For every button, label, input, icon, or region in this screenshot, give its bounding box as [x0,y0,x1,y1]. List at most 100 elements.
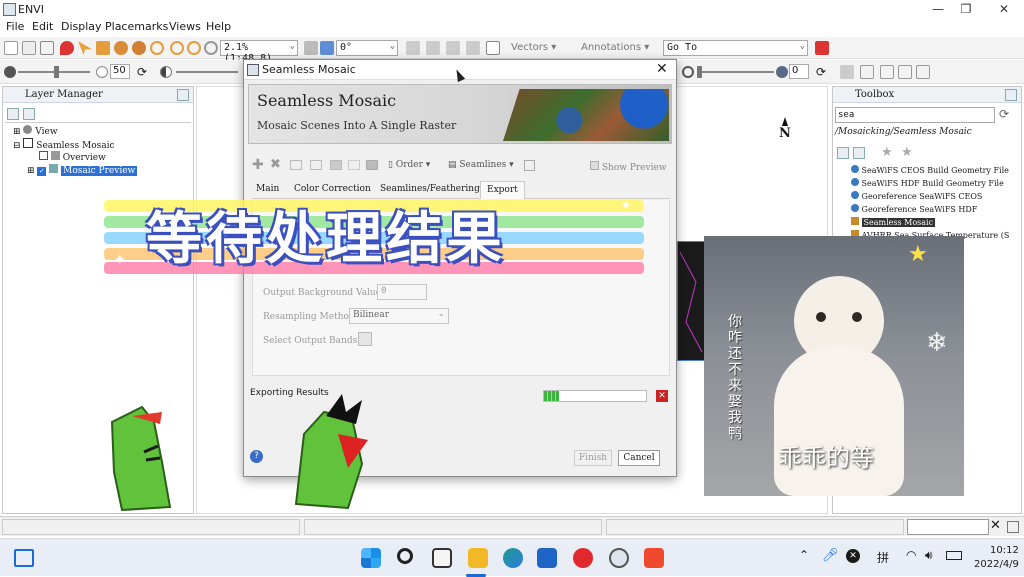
toolbox-item-selected[interactable]: Seamless Mosaic [851,217,936,227]
cancel-export-icon[interactable]: ✕ [656,390,668,402]
layout-icon-c[interactable] [898,65,912,79]
checkbox-checked[interactable]: ✓ [37,167,47,176]
menu-file[interactable]: File [6,20,24,33]
task-view-icon[interactable] [432,548,452,568]
pan-icon[interactable] [96,41,110,55]
seamlines-menu[interactable]: ▤ Seamlines ▾ [448,160,514,170]
panel-dock-icon[interactable] [1005,89,1017,101]
tool-icon-a[interactable] [406,41,420,55]
tab-main[interactable]: Main [256,184,279,194]
histogram-icon[interactable] [840,65,854,79]
open-icon[interactable] [22,41,36,55]
zoom-select[interactable]: 2.1% (1:48.8)⌄ [220,40,298,64]
tab-color-correction[interactable]: Color Correction [294,184,371,194]
star-icon[interactable]: ★ [881,145,893,160]
layer-item-overview[interactable]: Overview [39,151,106,163]
menu-edit[interactable]: Edit [32,20,53,33]
table-icon[interactable] [486,41,500,55]
brightness-value-field[interactable]: 50 [110,64,130,79]
zoom-icon[interactable] [150,41,164,55]
layer-item-seamless-mosaic[interactable]: ⊟ Seamless Mosaic [13,138,115,151]
rotate-right-icon[interactable] [320,41,334,55]
expand-icon[interactable] [853,147,865,159]
ime-indicator[interactable]: 拼 [877,549,889,566]
stretch-value-field[interactable]: 0 [789,64,809,79]
layout-icon-a[interactable] [860,65,874,79]
refresh-icon[interactable]: ⟳ [999,107,1009,121]
finish-button[interactable]: Finish [574,450,612,466]
battery-icon[interactable] [946,551,962,560]
recorder-app-icon[interactable] [644,548,664,568]
cancel-button[interactable]: Cancel [618,450,660,466]
status-options-icon[interactable] [1007,521,1019,533]
tool-icon-d[interactable] [348,160,360,170]
tab-seamlines-feathering[interactable]: Seamlines/Feathering [380,184,480,194]
layer-item-mosaic-preview[interactable]: ⊞ ✓ Mosaic Preview [27,164,138,176]
refresh-icon[interactable]: ⟳ [816,65,826,79]
toolbox-item[interactable]: Georeference SeaWiFS CEOS [851,191,982,201]
clock-date[interactable]: 2022/4/9 [974,559,1019,570]
file-explorer-icon[interactable] [468,548,488,568]
menu-help[interactable]: Help [206,20,231,33]
resampling-select[interactable]: Bilinear ⌄ [349,308,449,324]
chevron-up-icon[interactable]: ⌃ [799,548,809,562]
envi-taskbar-icon[interactable] [609,548,629,568]
toolbox-item[interactable]: Georeference SeaWiFS HDF [851,204,977,214]
star-add-icon[interactable]: ★ [901,145,913,160]
rotation-select[interactable]: 0° ⌄ [336,40,398,56]
stop-icon[interactable] [815,41,829,55]
collapse-icon[interactable] [7,108,19,120]
clock-time[interactable]: 10:12 [990,545,1019,556]
order-menu[interactable]: ▯ Order ▾ [388,160,430,170]
windows-start-icon[interactable] [361,548,381,568]
expand-icon[interactable] [23,108,35,120]
vectors-menu[interactable]: Vectors ▾ [511,42,556,53]
goto-select[interactable]: Go To ⌄ [663,40,808,56]
zoom-fit-icon[interactable] [204,41,218,55]
select-arrow-icon[interactable] [78,41,92,55]
brightness-slider-handle[interactable] [54,66,59,78]
rotate-icon[interactable] [132,41,146,55]
close-icon[interactable]: ✕ [990,518,1001,533]
rotate-left-icon[interactable] [304,41,318,55]
tool-icon-e[interactable] [366,160,378,170]
layout-icon-b[interactable] [880,65,894,79]
menu-views[interactable]: Views [169,20,201,33]
app-tray-icon[interactable]: ✕ [846,549,860,563]
checkbox[interactable] [39,151,48,160]
edge-browser-icon[interactable] [503,548,523,568]
collapse-icon[interactable] [837,147,849,159]
search-icon[interactable] [397,548,413,564]
menu-display[interactable]: Display [61,20,102,33]
tool-icon-a[interactable] [290,160,302,170]
netease-music-icon[interactable] [573,548,593,568]
output-bg-input[interactable]: 0 [377,284,427,300]
minimize-button[interactable]: — [928,2,948,18]
dialog-close-button[interactable]: ✕ [656,61,668,77]
layout-icon-d[interactable] [916,65,930,79]
placemark-icon[interactable] [60,41,74,55]
toolbox-item[interactable]: SeaWiFS CEOS Build Geometry File [851,165,1009,175]
wifi-icon[interactable]: ◠ [906,548,916,562]
tool-icon-d[interactable] [466,41,480,55]
layer-item-view[interactable]: ⊞ View [13,125,58,137]
status-input[interactable] [907,519,989,535]
volume-icon[interactable]: 🔊︎ [925,548,933,563]
widgets-icon[interactable] [14,549,34,567]
help-icon[interactable]: ? [250,450,263,463]
tool-icon-c[interactable] [446,41,460,55]
zoom-out-icon[interactable] [187,41,201,55]
checkbox-checked[interactable] [590,161,599,170]
show-preview-toggle[interactable]: Show Preview [590,161,667,173]
remove-icon[interactable]: ✖ [270,157,281,172]
store-icon[interactable] [537,548,557,568]
add-icon[interactable]: ✚ [252,157,264,173]
tool-icon-b[interactable] [310,160,322,170]
select-bands-button[interactable] [358,332,372,346]
close-button[interactable]: ✕ [994,2,1014,18]
grid-icon[interactable] [524,160,535,171]
fly-icon[interactable] [114,41,128,55]
refresh-icon[interactable]: ⟳ [137,65,147,79]
crop-icon[interactable] [40,41,54,55]
zoom-in-icon[interactable] [170,41,184,55]
